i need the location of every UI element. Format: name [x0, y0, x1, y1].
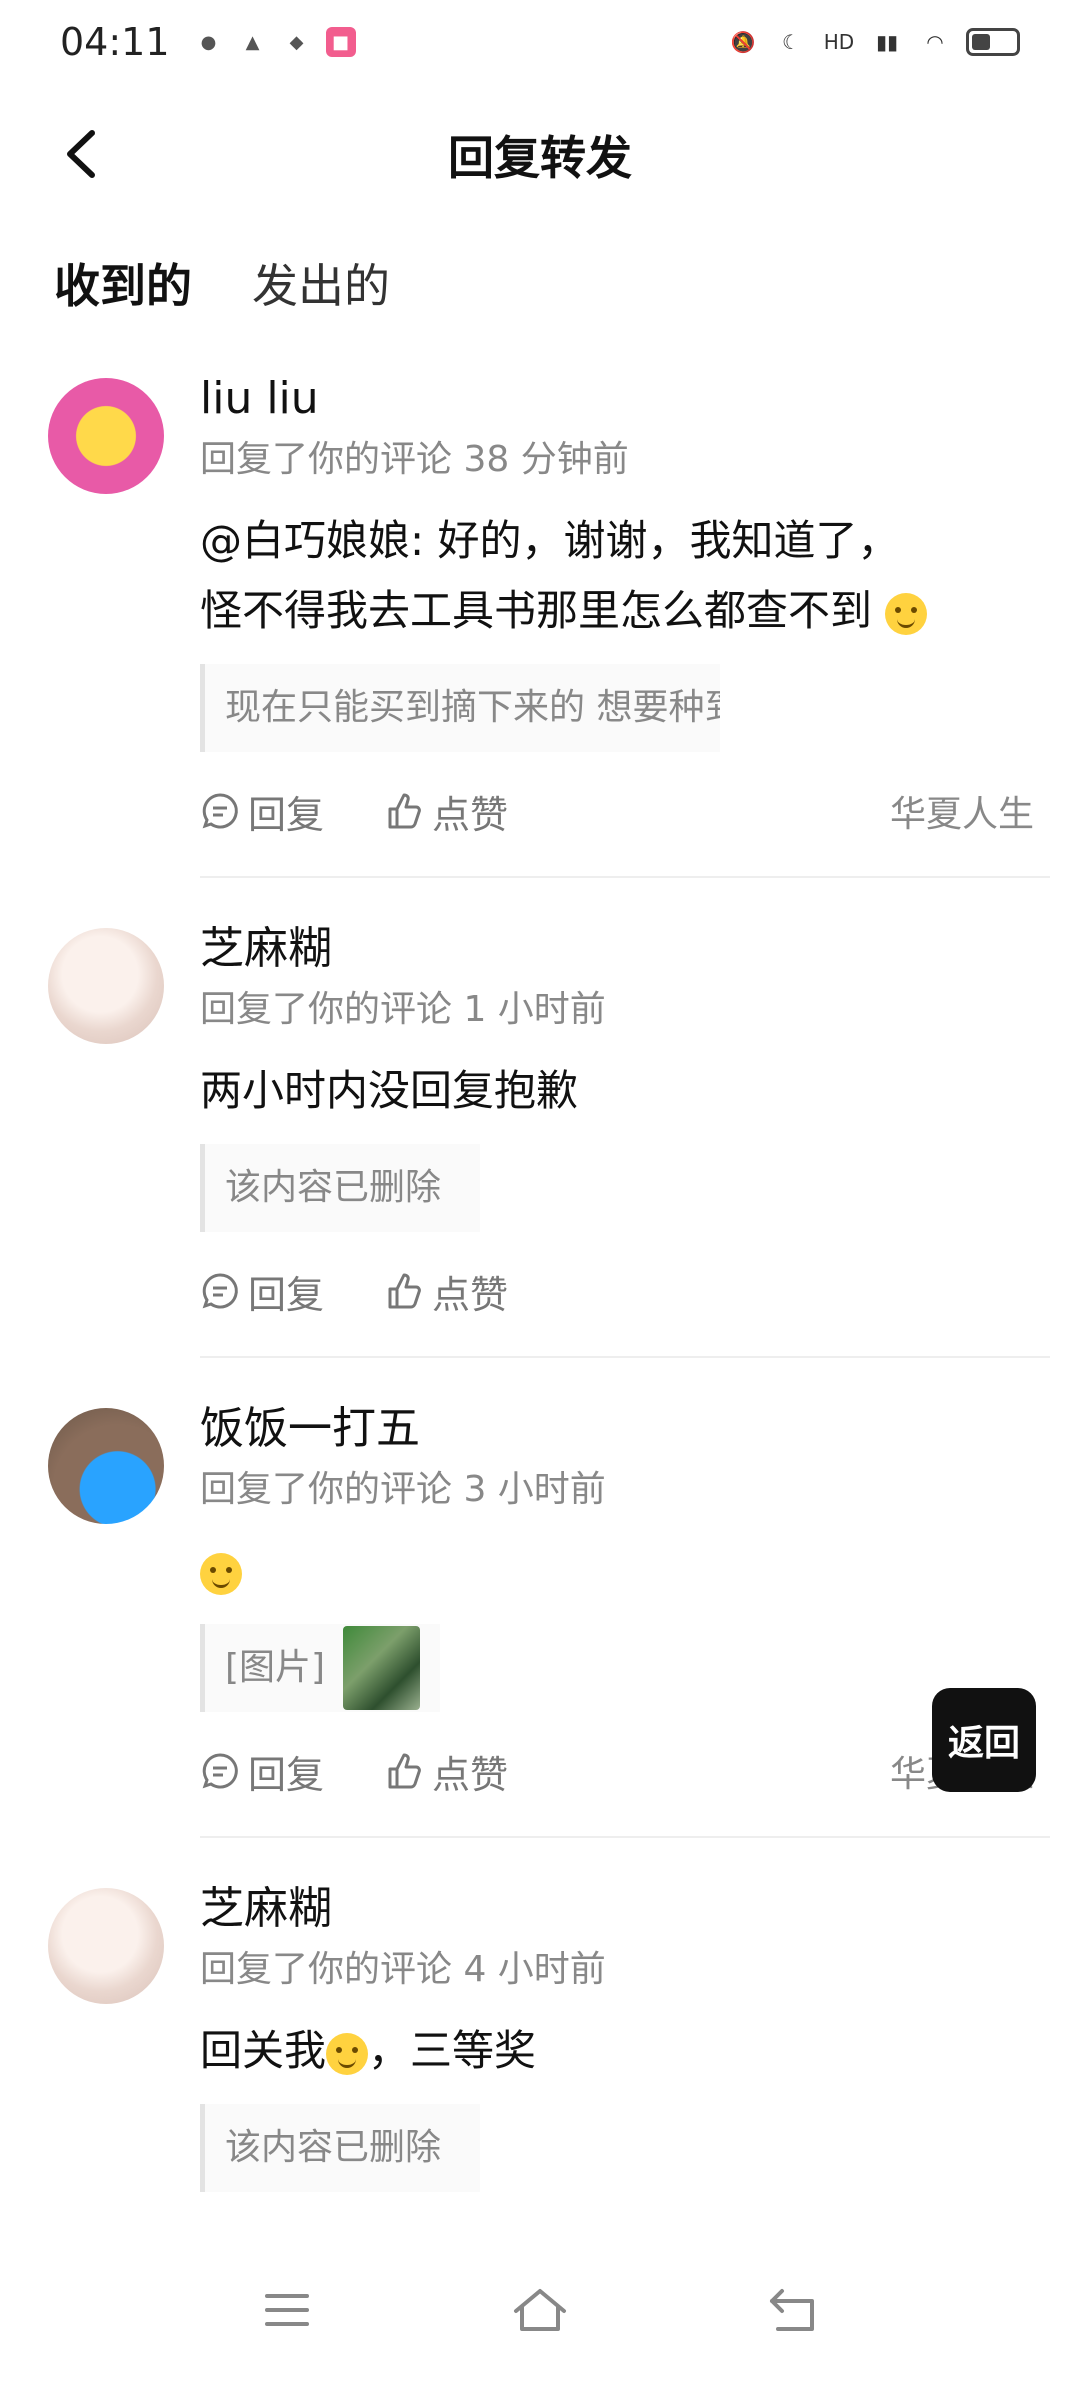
page-header: 回复转发	[0, 110, 1080, 200]
hd-icon: HD	[823, 30, 855, 54]
signal-icon: ▮▮	[875, 30, 898, 54]
wifi-icon: ◠	[926, 30, 944, 54]
recent-apps-button[interactable]	[257, 2280, 317, 2340]
like-label: 点赞	[432, 1752, 509, 1797]
avatar[interactable]	[48, 1888, 164, 2004]
like-label: 点赞	[432, 792, 509, 837]
avatar[interactable]	[48, 378, 164, 494]
reply-button[interactable]: 回复	[200, 1264, 324, 1319]
emoji-icon	[200, 1552, 242, 1595]
page-title: 回复转发	[448, 131, 632, 185]
thumbs-up-icon	[388, 1273, 421, 1309]
reply-content-text: 回关我	[200, 2026, 327, 2075]
user-name[interactable]: liu liu	[200, 370, 1050, 428]
comment-icon	[202, 793, 238, 829]
taptap-icon: ▲	[245, 31, 260, 53]
action-row: 回复 点赞 华夏人生	[200, 1736, 1050, 1806]
reply-content-text: 怪不得我去工具书那里怎么都查不到	[200, 586, 873, 635]
image-thumbnail[interactable]	[343, 1626, 420, 1710]
emoji-icon	[326, 2032, 369, 2075]
home-button[interactable]	[510, 2280, 570, 2340]
tab-received[interactable]: 收到的	[54, 250, 192, 326]
reply-label: 回复	[248, 792, 325, 837]
back-arrow-icon	[770, 2289, 815, 2331]
tab-bar: 收到的 发出的	[54, 250, 390, 326]
reply-list: liu liu 回复了你的评论 38 分钟前 @白巧娘娘: 好的，谢谢，我知道了…	[0, 370, 1080, 2192]
bilibili-icon: ■	[325, 27, 356, 57]
quoted-comment[interactable]: 该内容已删除	[200, 1144, 480, 1232]
reply-meta: 回复了你的评论 4 小时前	[200, 1949, 606, 1990]
system-nav-bar	[0, 2250, 1080, 2370]
list-item[interactable]: 芝麻糊 回复了你的评论 1 小时前 两小时内没回复抱歉 该内容已删除 回复 点赞	[0, 920, 1080, 1358]
divider	[200, 876, 1050, 878]
like-label: 点赞	[432, 1272, 509, 1317]
chevron-left-icon	[67, 130, 95, 178]
thumbs-up-icon	[388, 793, 421, 829]
divider	[200, 1356, 1050, 1358]
moon-icon: ☾	[782, 30, 800, 54]
reply-content-text: ，三等奖	[368, 2026, 537, 2075]
home-icon	[513, 2289, 566, 2331]
floating-back-button[interactable]: 返回	[932, 1688, 1036, 1792]
divider	[200, 1836, 1050, 1838]
status-app-icons: ● ▲ ◆ ■	[194, 27, 356, 57]
battery-icon	[966, 28, 1020, 56]
quoted-comment[interactable]: 该内容已删除	[200, 2104, 480, 2192]
comment-icon	[202, 1753, 238, 1789]
quoted-comment[interactable]: 现在只能买到摘下来的 想要种到地上的...	[200, 664, 720, 752]
thumbs-up-icon	[388, 1753, 421, 1789]
avatar[interactable]	[48, 928, 164, 1044]
list-item[interactable]: 芝麻糊 回复了你的评论 4 小时前 回关我 ，三等奖 该内容已删除	[0, 1880, 1080, 2192]
like-button[interactable]: 点赞	[384, 1264, 508, 1319]
status-bar: 04:11 ● ▲ ◆ ■ 🔕 ☾ HD ▮▮ ◠	[0, 0, 1080, 84]
list-item[interactable]: liu liu 回复了你的评论 38 分钟前 @白巧娘娘: 好的，谢谢，我知道了…	[0, 370, 1080, 878]
reply-content-line: @白巧娘娘: 好的，谢谢，我知道了，	[200, 516, 900, 565]
reply-meta: 回复了你的评论 1 小时前	[200, 989, 606, 1030]
avatar[interactable]	[48, 1408, 164, 1524]
source-label[interactable]: 华夏人生	[890, 785, 1034, 837]
like-button[interactable]: 点赞	[384, 784, 508, 839]
quoted-image-label: [图片]	[225, 1647, 326, 1688]
comment-icon	[202, 1273, 238, 1309]
reply-meta: 回复了你的评论 38 分钟前	[200, 439, 629, 480]
user-name[interactable]: 芝麻糊	[200, 1880, 1050, 1938]
reply-meta: 回复了你的评论 3 小时前	[200, 1469, 606, 1510]
mute-icon: 🔕	[730, 30, 756, 54]
reply-content: 两小时内没回复抱歉	[200, 1066, 579, 1115]
list-item[interactable]: 饭饭一打五 回复了你的评论 3 小时前 [图片] 回复 点赞 华夏人生	[0, 1400, 1080, 1838]
user-name[interactable]: 芝麻糊	[200, 920, 1050, 978]
status-system-icons: 🔕 ☾ HD ▮▮ ◠	[726, 27, 1020, 57]
reply-content: 回关我 ，三等奖	[200, 2016, 1050, 2086]
action-row: 回复 点赞	[200, 1256, 1050, 1326]
reply-label: 回复	[248, 1272, 325, 1317]
reply-label: 回复	[248, 1752, 325, 1797]
reply-button[interactable]: 回复	[200, 1744, 324, 1799]
reply-content	[200, 1536, 1050, 1606]
reply-button[interactable]: 回复	[200, 784, 324, 839]
reply-content: @白巧娘娘: 好的，谢谢，我知道了， 怪不得我去工具书那里怎么都查不到	[200, 506, 1050, 646]
status-time: 04:11	[60, 20, 170, 64]
like-button[interactable]: 点赞	[384, 1744, 508, 1799]
action-row: 回复 点赞 华夏人生	[200, 776, 1050, 846]
wechat-icon: ●	[200, 31, 217, 53]
tab-sent[interactable]: 发出的	[252, 250, 390, 326]
qq-icon: ◆	[289, 31, 304, 53]
menu-icon	[264, 2294, 309, 2326]
quoted-comment[interactable]: [图片]	[200, 1624, 440, 1712]
back-button[interactable]	[50, 124, 110, 184]
system-back-button[interactable]	[763, 2280, 823, 2340]
user-name[interactable]: 饭饭一打五	[200, 1400, 1050, 1458]
emoji-icon	[885, 592, 928, 635]
reply-content-line: 怪不得我去工具书那里怎么都查不到	[200, 576, 1050, 646]
